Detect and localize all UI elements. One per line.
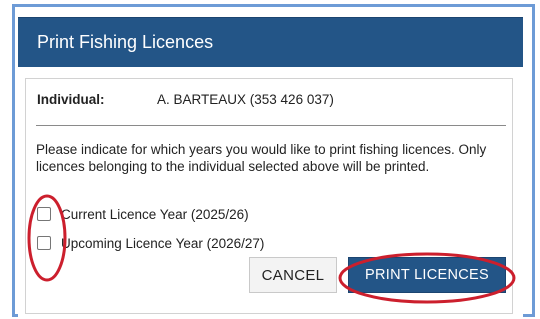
print-licences-button[interactable]: PRINT LICENCES: [348, 257, 506, 293]
dialog-title: Print Fishing Licences: [18, 17, 523, 67]
print-licences-dialog: Print Fishing Licences Individual: A. BA…: [18, 17, 523, 319]
upcoming-year-checkbox[interactable]: [37, 236, 51, 250]
current-year-checkbox[interactable]: [37, 207, 51, 221]
instructions-text: Please indicate for which years you woul…: [36, 142, 487, 174]
upcoming-year-label: Upcoming Licence Year (2026/27): [61, 235, 265, 251]
current-year-option[interactable]: Current Licence Year (2025/26): [37, 204, 249, 224]
upcoming-year-option[interactable]: Upcoming Licence Year (2026/27): [37, 233, 264, 253]
dialog-body: Individual: A. BARTEAUX (353 426 037) Pl…: [25, 78, 513, 314]
individual-value: A. BARTEAUX (353 426 037): [157, 92, 334, 107]
divider: [36, 125, 506, 126]
cancel-button[interactable]: CANCEL: [249, 257, 337, 293]
current-year-label: Current Licence Year (2025/26): [61, 206, 249, 222]
individual-label: Individual:: [37, 92, 105, 107]
individual-row: Individual: A. BARTEAUX (353 426 037): [37, 91, 507, 111]
